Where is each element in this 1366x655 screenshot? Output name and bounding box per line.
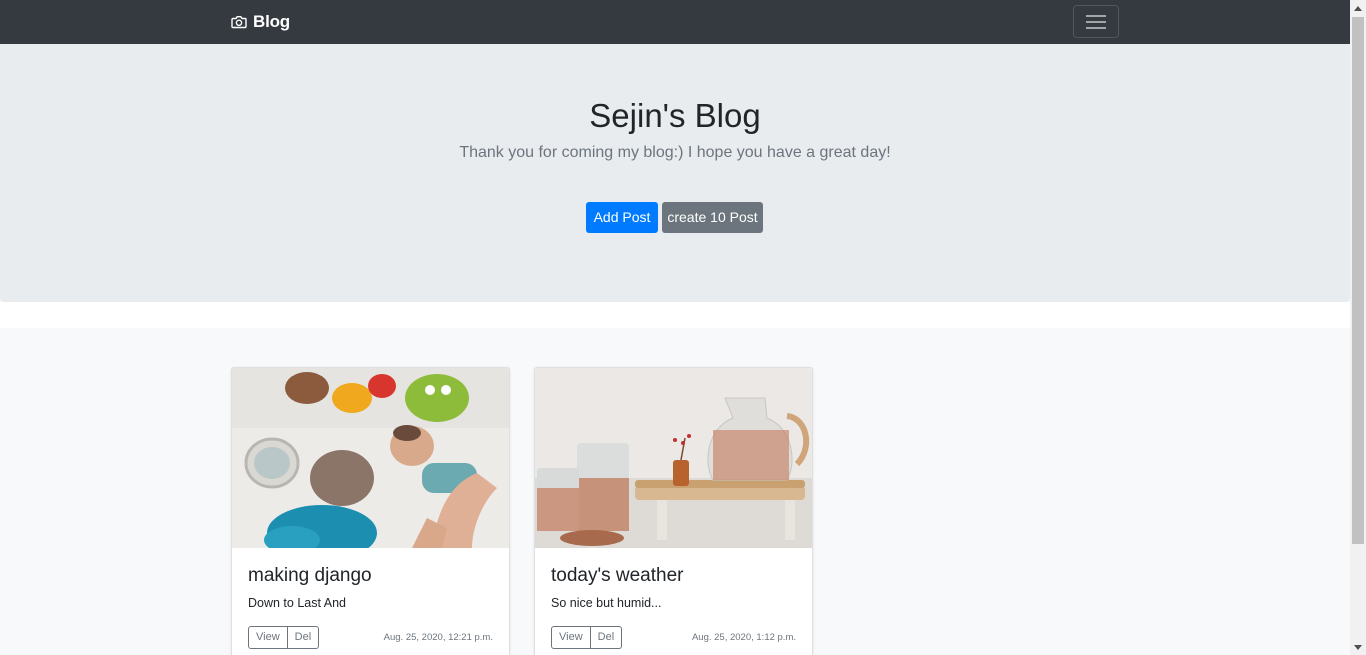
post-title: today's weather <box>551 565 684 586</box>
section-divider <box>0 302 1350 328</box>
navbar-toggle-button[interactable] <box>1073 5 1119 38</box>
view-button[interactable]: View <box>551 626 591 649</box>
post-title: making django <box>248 565 372 586</box>
add-post-button[interactable]: Add Post <box>586 202 658 233</box>
post-thumbnail[interactable] <box>232 368 509 548</box>
navbar: Blog <box>0 0 1350 44</box>
create-10-post-button[interactable]: create 10 Post <box>662 202 763 233</box>
post-date: Aug. 25, 2020, 12:21 p.m. <box>383 632 493 643</box>
post-excerpt: Down to Last And <box>248 596 346 610</box>
page: Blog Sejin's Blog Thank you for coming m… <box>0 0 1350 655</box>
brand-link[interactable]: Blog <box>231 11 290 33</box>
scroll-down-arrow-icon[interactable] <box>1350 639 1366 655</box>
post-thumbnail[interactable] <box>535 368 812 548</box>
post-card: making django Down to Last And View Del … <box>231 367 510 655</box>
post-actions: View Del <box>248 626 320 649</box>
post-actions: View Del <box>551 626 623 649</box>
delete-button[interactable]: Del <box>590 626 623 649</box>
scrollbar-thumb[interactable] <box>1352 17 1364 544</box>
post-excerpt: So nice but humid... <box>551 596 662 610</box>
post-card: today's weather So nice but humid... Vie… <box>534 367 813 655</box>
vertical-scrollbar[interactable] <box>1350 0 1366 655</box>
page-title: Sejin's Blog <box>589 97 761 134</box>
scroll-up-arrow-icon[interactable] <box>1350 0 1366 16</box>
camera-icon <box>231 14 247 30</box>
brand-label: Blog <box>253 12 290 31</box>
view-button[interactable]: View <box>248 626 288 649</box>
lead-text: Thank you for coming my blog:) I hope yo… <box>459 144 891 161</box>
hamburger-menu-icon <box>1086 14 1106 29</box>
jumbotron: Sejin's Blog Thank you for coming my blo… <box>0 44 1350 302</box>
jumbotron-actions: Add Post create 10 Post <box>586 202 763 233</box>
delete-button[interactable]: Del <box>287 626 320 649</box>
post-date: Aug. 25, 2020, 1:12 p.m. <box>691 632 796 643</box>
